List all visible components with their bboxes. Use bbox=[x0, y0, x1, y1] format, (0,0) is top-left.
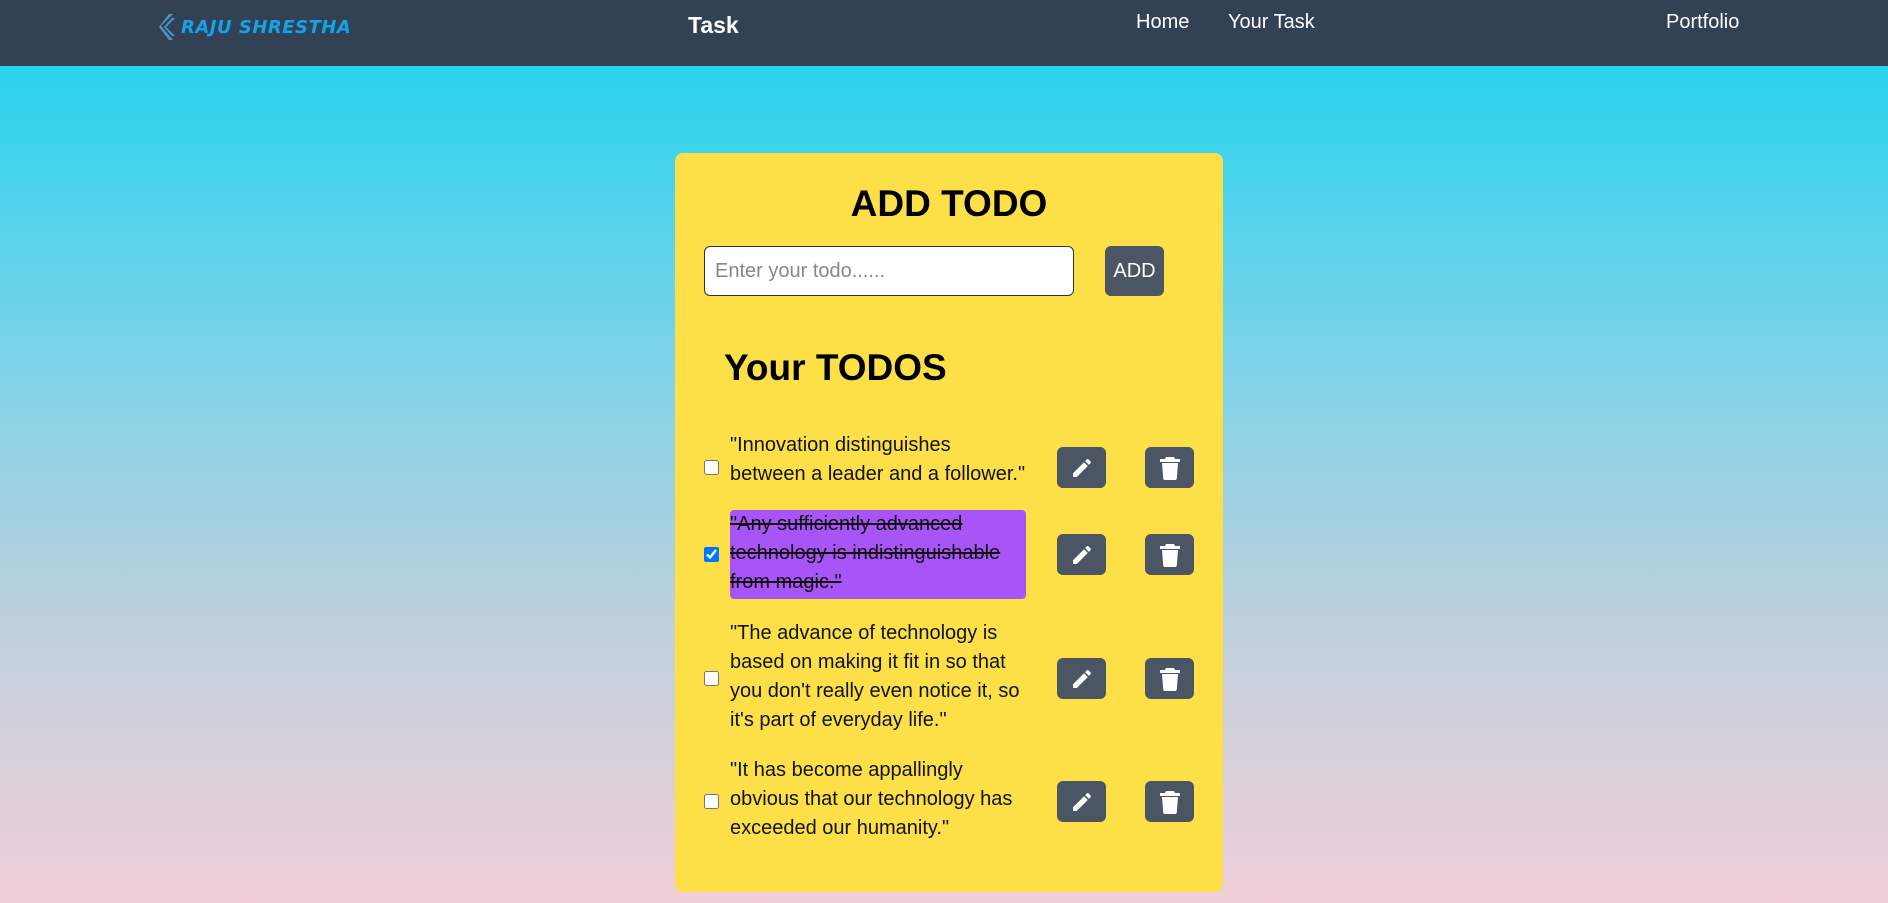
todo-card: ADD TODO ADD Your TODOS "Innovation dist… bbox=[675, 153, 1223, 892]
todo-text: "Innovation distinguishes between a lead… bbox=[730, 434, 1026, 485]
page-title: Task bbox=[688, 12, 739, 38]
pencil-icon bbox=[1072, 669, 1091, 688]
trash-icon bbox=[1159, 790, 1180, 814]
delete-button[interactable] bbox=[1145, 534, 1194, 575]
logo-mark-icon bbox=[159, 14, 175, 40]
delete-button[interactable] bbox=[1145, 658, 1194, 699]
edit-button[interactable] bbox=[1057, 447, 1106, 488]
todo-text: "The advance of technology is based on m… bbox=[730, 622, 1020, 731]
delete-button[interactable] bbox=[1145, 447, 1194, 488]
edit-button[interactable] bbox=[1057, 658, 1106, 699]
edit-button[interactable] bbox=[1057, 534, 1106, 575]
pencil-icon bbox=[1072, 545, 1091, 564]
nav-link-portfolio[interactable]: Portfolio bbox=[1666, 11, 1739, 34]
todo-checkbox[interactable] bbox=[704, 460, 719, 475]
add-button[interactable]: ADD bbox=[1105, 246, 1164, 296]
trash-icon bbox=[1159, 456, 1180, 480]
brand-logo[interactable]: RAJU SHRESTHA bbox=[157, 10, 351, 44]
edit-button[interactable] bbox=[1057, 781, 1106, 822]
pencil-icon bbox=[1072, 458, 1091, 477]
nav-link-your-task[interactable]: Your Task bbox=[1228, 11, 1315, 34]
add-todo-heading: ADD TODO bbox=[850, 183, 1048, 224]
trash-icon bbox=[1159, 667, 1180, 691]
brand-name: RAJU SHRESTHA bbox=[181, 16, 352, 38]
todos-heading: Your TODOS bbox=[724, 347, 947, 388]
todo-input[interactable] bbox=[704, 246, 1074, 296]
pencil-icon bbox=[1072, 792, 1091, 811]
todo-checkbox[interactable] bbox=[704, 671, 719, 686]
todo-text: "Any sufficiently advanced technology is… bbox=[730, 510, 1026, 599]
trash-icon bbox=[1159, 543, 1180, 567]
nav-link-home[interactable]: Home bbox=[1136, 11, 1189, 34]
navbar: RAJU SHRESTHA Task Home Your Task Portfo… bbox=[0, 0, 1888, 66]
todo-text: "It has become appallingly obvious that … bbox=[730, 759, 1013, 839]
todo-checkbox[interactable] bbox=[704, 547, 719, 562]
todo-checkbox[interactable] bbox=[704, 794, 719, 809]
delete-button[interactable] bbox=[1145, 781, 1194, 822]
